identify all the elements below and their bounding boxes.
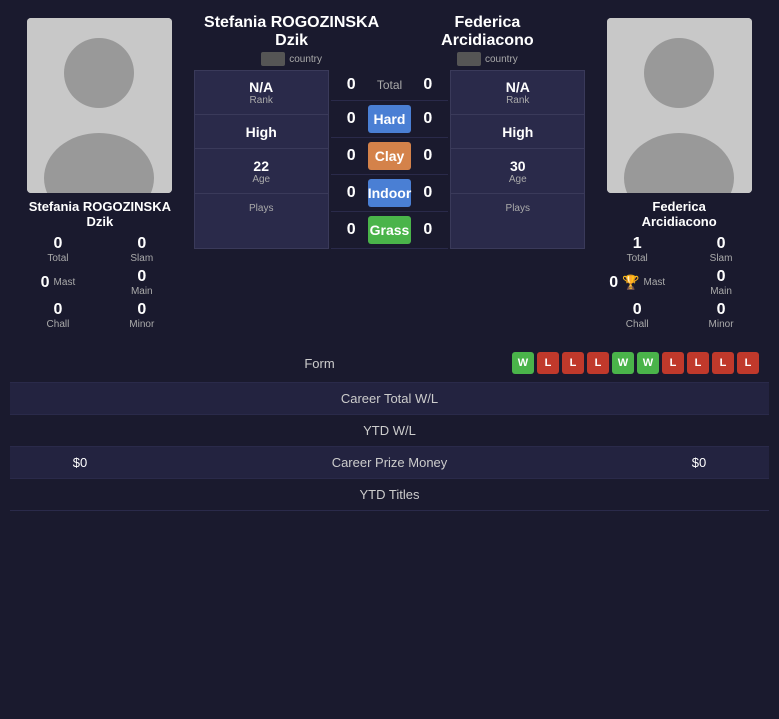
grass-surface-btn[interactable]: Grass (368, 216, 412, 244)
bottom-stats: Form WLLLWWLLLL Career Total W/L YTD W/L… (10, 344, 769, 511)
left-player-stats: 0 Total 0 Slam 0 Mast 0 Main 0 Chall (18, 235, 182, 330)
form-label: Form (150, 356, 489, 371)
form-badge-w: W (612, 352, 634, 374)
right-stat-total: 1 Total (597, 235, 677, 264)
score-column: 0 Total 0 0 Hard 0 0 Clay 0 (331, 70, 449, 249)
left-peak-row: High (195, 116, 328, 149)
right-stat-mast: 0 🏆 Mast (597, 268, 677, 297)
right-info-box: N/A Rank High 30 Age Plays (450, 70, 585, 249)
right-country: country (390, 52, 586, 66)
form-badge-l: L (662, 352, 684, 374)
form-badge-l: L (737, 352, 759, 374)
ytd-wl-row: YTD W/L (10, 415, 769, 447)
left-rank-row: N/A Rank (195, 71, 328, 115)
left-age-row: 22 Age (195, 150, 328, 194)
left-country: country (194, 52, 390, 66)
form-badge-l: L (562, 352, 584, 374)
ytd-titles-row: YTD Titles (10, 479, 769, 511)
right-stat-slam: 0 Slam (681, 235, 761, 264)
right-plays-row: Plays (451, 195, 584, 222)
career-wl-row: Career Total W/L (10, 383, 769, 415)
right-player-name: Federica Arcidiacono (642, 199, 717, 229)
right-stat-main: 0 Main (681, 268, 761, 297)
left-plays-row: Plays (195, 195, 328, 222)
hard-surface-btn[interactable]: Hard (368, 105, 412, 133)
prize-row: $0 Career Prize Money $0 (10, 447, 769, 479)
form-badge-l: L (587, 352, 609, 374)
left-stat-chall: 0 Chall (18, 301, 98, 330)
left-player-card: Stefania ROGOZINSKA Dzik 0 Total 0 Slam … (10, 10, 190, 338)
form-badge-l: L (537, 352, 559, 374)
player-names-row: Stefania ROGOZINSKA Dzik country Federic… (194, 14, 586, 66)
right-player-header: Federica Arcidiacono country (390, 14, 586, 66)
clay-surface-btn[interactable]: Clay (368, 142, 412, 170)
clay-score-row: 0 Clay 0 (331, 138, 449, 175)
trophy-icon: 🏆 (622, 274, 639, 291)
grass-score-row: 0 Grass 0 (331, 212, 449, 249)
left-info-box: N/A Rank High 22 Age Plays (194, 70, 329, 249)
left-player-avatar (27, 18, 172, 193)
right-stat-minor: 0 Minor (681, 301, 761, 330)
left-stat-mast: 0 Mast (18, 268, 98, 297)
form-badge-l: L (712, 352, 734, 374)
right-rank-row: N/A Rank (451, 71, 584, 115)
main-container: Stefania ROGOZINSKA Dzik 0 Total 0 Slam … (0, 0, 779, 521)
left-stat-slam: 0 Slam (102, 235, 182, 264)
indoor-surface-btn[interactable]: Indoor (368, 179, 412, 207)
total-score-row: 0 Total 0 (331, 70, 449, 101)
score-info-row: N/A Rank High 22 Age Plays (194, 70, 586, 249)
form-row: Form WLLLWWLLLL (10, 344, 769, 383)
left-stat-total: 0 Total (18, 235, 98, 264)
right-stat-chall: 0 Chall (597, 301, 677, 330)
right-player-avatar (607, 18, 752, 193)
left-player-header: Stefania ROGOZINSKA Dzik country (194, 14, 390, 66)
left-stat-minor: 0 Minor (102, 301, 182, 330)
center-area: Stefania ROGOZINSKA Dzik country Federic… (190, 10, 590, 338)
right-peak-row: High (451, 116, 584, 149)
form-badges: WLLLWWLLLL (489, 352, 769, 374)
left-stat-main: 0 Main (102, 268, 182, 297)
top-area: Stefania ROGOZINSKA Dzik 0 Total 0 Slam … (10, 10, 769, 338)
right-player-stats: 1 Total 0 Slam 0 🏆 Mast 0 Main 0 (597, 235, 761, 330)
right-age-row: 30 Age (451, 150, 584, 194)
form-badge-w: W (637, 352, 659, 374)
form-badge-l: L (687, 352, 709, 374)
right-player-card: Federica Arcidiacono 1 Total 0 Slam 0 🏆 … (589, 10, 769, 338)
indoor-score-row: 0 Indoor 0 (331, 175, 449, 212)
form-badge-w: W (512, 352, 534, 374)
hard-score-row: 0 Hard 0 (331, 101, 449, 138)
left-player-name: Stefania ROGOZINSKA Dzik (29, 199, 171, 229)
